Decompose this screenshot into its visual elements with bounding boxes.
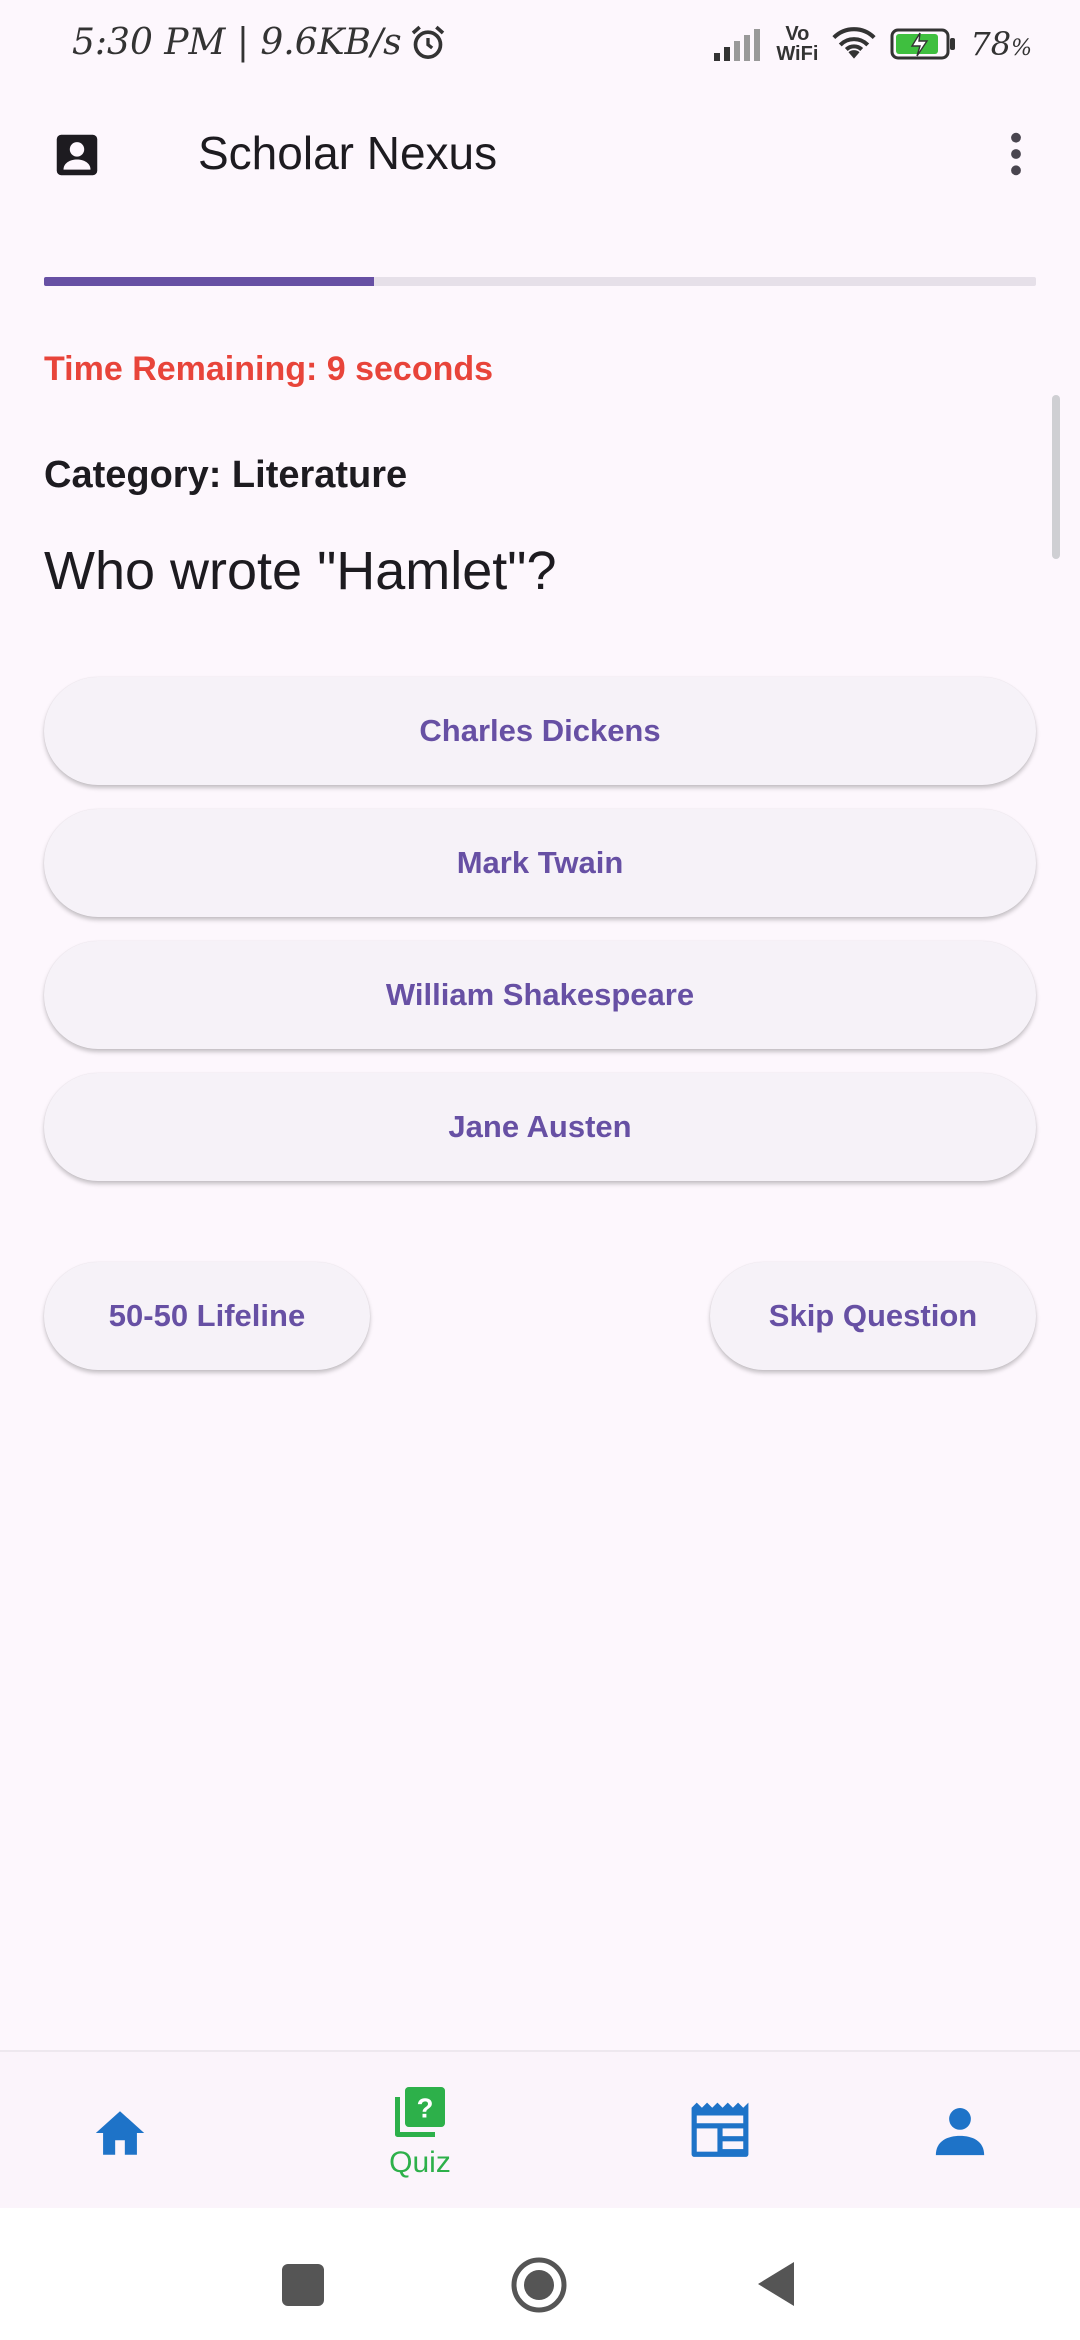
lifeline-row: 50-50 Lifeline Skip Question — [44, 1262, 1036, 1370]
status-bar: 5:30 PM | 9.6KB/s Vo WiFi 78% — [0, 0, 1080, 96]
battery-icon — [890, 28, 956, 60]
alarm-icon — [411, 25, 444, 59]
wifi-icon — [832, 27, 876, 59]
category-label: Category: Literature — [44, 454, 408, 496]
home-circle-icon — [511, 2257, 567, 2313]
battery-unit: % — [1011, 36, 1032, 61]
battery-level: 78% — [970, 25, 1032, 63]
nav-item-quiz[interactable]: ? Quiz — [320, 2052, 520, 2210]
answer-button-1[interactable]: Charles Dickens — [44, 677, 1036, 785]
status-icons: Vo WiFi 78% — [712, 24, 1032, 64]
account-box-icon — [56, 134, 98, 176]
question-text: Who wrote "Hamlet"? — [44, 541, 557, 601]
home-icon — [95, 2111, 145, 2155]
home-system-button[interactable] — [510, 2256, 568, 2314]
answer-button-3[interactable]: William Shakespeare — [44, 941, 1036, 1049]
wifi-text: WiFi — [776, 43, 819, 65]
scrollbar-thumb[interactable] — [1052, 395, 1060, 559]
account-box-button[interactable] — [50, 128, 104, 182]
fifty-fifty-lifeline-button[interactable]: 50-50 Lifeline — [44, 1262, 370, 1370]
vo-text: Vo — [785, 23, 810, 45]
quiz-progress-fill — [44, 277, 375, 286]
time-remaining-text: Time Remaining: 9 seconds — [44, 350, 494, 388]
back-button[interactable] — [752, 2258, 800, 2310]
quiz-progress-bar — [44, 277, 1036, 286]
recents-button[interactable] — [282, 2264, 324, 2306]
nav-item-home[interactable] — [20, 2052, 220, 2210]
more-vert-icon — [1011, 132, 1021, 176]
app-bar: Scholar Nexus — [0, 96, 1080, 212]
svg-text:?: ? — [417, 2093, 434, 2124]
vowifi-indicator: Vo WiFi — [776, 24, 818, 64]
nav-quiz-label: Quiz — [389, 2146, 451, 2179]
person-icon — [935, 2108, 985, 2156]
status-time: 5:30 PM | 9.6KB/s — [72, 22, 448, 63]
quiz-icon: ? — [395, 2087, 445, 2137]
answer-button-2[interactable]: Mark Twain — [44, 809, 1036, 917]
bottom-navigation: ? Quiz — [0, 2050, 1080, 2210]
system-navigation-bar — [0, 2208, 1080, 2340]
answer-button-4[interactable]: Jane Austen — [44, 1073, 1036, 1181]
nav-item-profile[interactable] — [860, 2052, 1060, 2210]
app-title: Scholar Nexus — [198, 127, 498, 179]
nav-item-news[interactable] — [620, 2052, 820, 2210]
battery-value: 78 — [970, 25, 1012, 63]
newspaper-icon — [691, 2102, 749, 2157]
skip-question-button[interactable]: Skip Question — [710, 1262, 1036, 1370]
signal-icon — [714, 29, 761, 61]
time-speed-text: 5:30 PM | 9.6KB/s — [72, 22, 402, 63]
back-triangle-icon — [758, 2262, 794, 2306]
answer-list: Charles Dickens Mark Twain William Shake… — [44, 677, 1036, 1205]
more-options-button[interactable] — [988, 126, 1044, 182]
